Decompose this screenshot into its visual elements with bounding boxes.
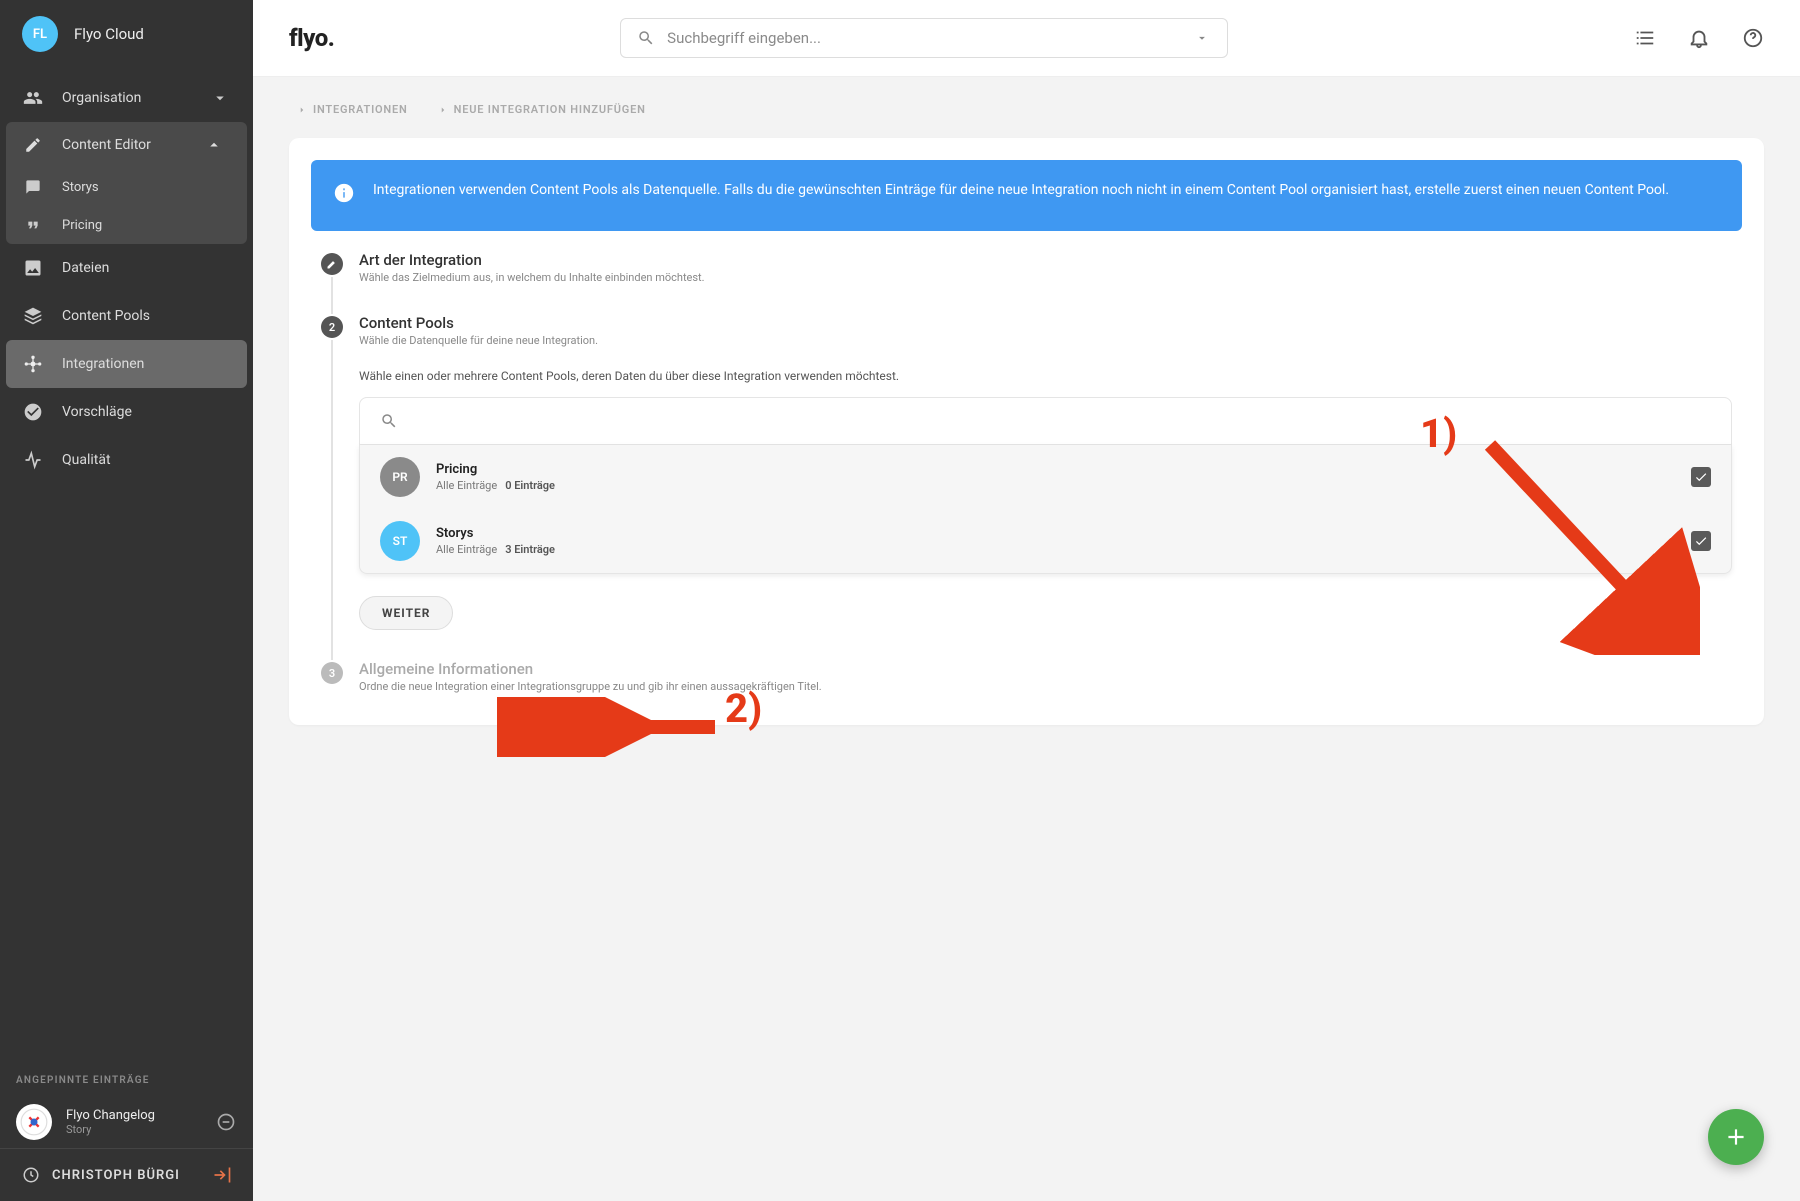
integration-icon (22, 354, 44, 374)
global-search[interactable] (620, 18, 1228, 58)
pool-title: Storys (436, 526, 1675, 541)
dropdown-caret-icon[interactable] (1191, 31, 1213, 45)
bell-icon[interactable] (1688, 27, 1710, 49)
sidebar-label-qualitaet: Qualität (62, 452, 111, 468)
step-line (331, 277, 333, 314)
step-1-sub: Wähle das Zielmedium aus, in welchem du … (359, 271, 1732, 284)
step-3-sub: Ordne die neue Integration einer Integra… (359, 680, 1732, 693)
sidebar-subitem-storys[interactable]: Storys (6, 168, 247, 206)
remove-pin-icon[interactable] (215, 1112, 237, 1132)
chevron-down-icon (209, 89, 231, 107)
breadcrumb-integrationen[interactable]: INTEGRATIONEN (297, 103, 408, 116)
sidebar-item-qualitaet[interactable]: Qualität (0, 436, 253, 484)
sidebar-subitem-pricing[interactable]: Pricing (6, 206, 247, 244)
sidebar: FL Flyo Cloud Organisation Content Edito… (0, 0, 253, 1201)
sidebar-label-content-pools: Content Pools (62, 308, 150, 324)
sidebar-label-organisation: Organisation (62, 90, 141, 106)
clock-icon[interactable] (20, 1166, 42, 1184)
pinned-title-text: Flyo Changelog (66, 1108, 201, 1123)
next-button[interactable]: WEITER (359, 596, 453, 630)
sidebar-item-content-pools[interactable]: Content Pools (0, 292, 253, 340)
step-3-title: Allgemeine Informationen (359, 660, 1732, 678)
chat-icon (22, 179, 44, 195)
sidebar-label-vorschlaege: Vorschläge (62, 404, 132, 420)
check-circle-icon (22, 402, 44, 422)
chevron-up-icon (203, 136, 225, 154)
pinned-section: ANGEPINNTE EINTRÄGE Flyo Changelog Story (0, 1065, 253, 1148)
pinned-heading: ANGEPINNTE EINTRÄGE (0, 1065, 253, 1096)
pinned-item[interactable]: Flyo Changelog Story (0, 1096, 253, 1148)
sidebar-item-integrationen[interactable]: Integrationen (6, 340, 247, 388)
step-1-bullet (321, 253, 343, 275)
content-area: INTEGRATIONEN NEUE INTEGRATION HINZUFÜGE… (253, 77, 1800, 1201)
info-icon (333, 182, 355, 211)
pool-checkbox[interactable] (1691, 531, 1711, 551)
sidebar-nav: Organisation Content Editor (0, 68, 253, 1065)
pinned-thumb-icon (16, 1104, 52, 1140)
pinned-sub-text: Story (66, 1123, 201, 1136)
sidebar-item-organisation[interactable]: Organisation (0, 74, 253, 122)
org-name: Flyo Cloud (74, 25, 144, 43)
sidebar-item-vorschlaege[interactable]: Vorschläge (0, 388, 253, 436)
list-icon[interactable] (1634, 27, 1656, 49)
app-logo: flyo. (289, 24, 334, 52)
pool-row-pricing[interactable]: PR Pricing Alle Einträge0 Einträge (360, 445, 1731, 509)
sidebar-label-integrationen: Integrationen (62, 356, 144, 372)
info-banner-text: Integrationen verwenden Content Pools al… (373, 180, 1669, 201)
logout-icon[interactable] (211, 1165, 233, 1185)
pool-title: Pricing (436, 462, 1675, 477)
sidebar-sublabel-storys: Storys (62, 180, 99, 195)
global-search-input[interactable] (667, 29, 1181, 47)
step-2-bullet: 2 (321, 316, 343, 338)
sidebar-sublabel-pricing: Pricing (62, 218, 102, 233)
breadcrumb-neue-integration[interactable]: NEUE INTEGRATION HINZUFÜGEN (438, 103, 646, 116)
step-1-title: Art der Integration (359, 251, 1732, 269)
step-2-title: Content Pools (359, 314, 1732, 332)
fab-add[interactable] (1708, 1109, 1764, 1165)
help-icon[interactable] (1742, 27, 1764, 49)
sidebar-group-content-editor: Content Editor Storys Pricing (6, 122, 247, 244)
sidebar-label-content-editor: Content Editor (62, 137, 151, 153)
people-icon (22, 88, 44, 108)
pool-avatar: ST (380, 521, 420, 561)
main: flyo. (253, 0, 1800, 1201)
stepper: Art der Integration Wähle das Zielmedium… (311, 231, 1742, 703)
breadcrumbs: INTEGRATIONEN NEUE INTEGRATION HINZUFÜGE… (289, 93, 1764, 138)
step-line (331, 340, 333, 660)
org-switcher[interactable]: FL Flyo Cloud (0, 0, 253, 68)
pool-checkbox[interactable] (1691, 467, 1711, 487)
step-3: 3 Allgemeine Informationen Ordne die neu… (321, 660, 1732, 693)
pool-avatar: PR (380, 457, 420, 497)
activity-icon (22, 450, 44, 470)
pool-sub: Alle Einträge3 Einträge (436, 543, 1675, 556)
sidebar-item-dateien[interactable]: Dateien (0, 244, 253, 292)
org-avatar: FL (22, 16, 58, 52)
sidebar-footer: CHRISTOPH BÜRGI (0, 1148, 253, 1201)
pool-sub: Alle Einträge0 Einträge (436, 479, 1675, 492)
pool-row-storys[interactable]: ST Storys Alle Einträge3 Einträge (360, 509, 1731, 573)
top-actions (1634, 27, 1764, 49)
step-2: 2 Content Pools Wähle die Datenquelle fü… (321, 314, 1732, 630)
step-3-bullet: 3 (321, 662, 343, 684)
search-icon (378, 412, 400, 430)
sidebar-label-dateien: Dateien (62, 260, 109, 276)
sidebar-item-content-editor[interactable]: Content Editor (6, 122, 247, 168)
search-icon (635, 29, 657, 47)
step-2-sub: Wähle die Datenquelle für deine neue Int… (359, 334, 1732, 347)
image-icon (22, 258, 44, 278)
topbar: flyo. (253, 0, 1800, 77)
info-banner: Integrationen verwenden Content Pools al… (311, 160, 1742, 231)
user-name: CHRISTOPH BÜRGI (52, 1168, 201, 1183)
step-1: Art der Integration Wähle das Zielmedium… (321, 251, 1732, 284)
pool-selection-area: Wähle einen oder mehrere Content Pools, … (359, 369, 1732, 630)
wizard-card: Integrationen verwenden Content Pools al… (289, 138, 1764, 725)
pool-list: PR Pricing Alle Einträge0 Einträge (359, 445, 1732, 574)
quote-icon (22, 217, 44, 233)
pool-search[interactable] (359, 397, 1732, 445)
pool-hint: Wähle einen oder mehrere Content Pools, … (359, 369, 1732, 383)
pencil-icon (22, 136, 44, 154)
layers-icon (22, 306, 44, 326)
